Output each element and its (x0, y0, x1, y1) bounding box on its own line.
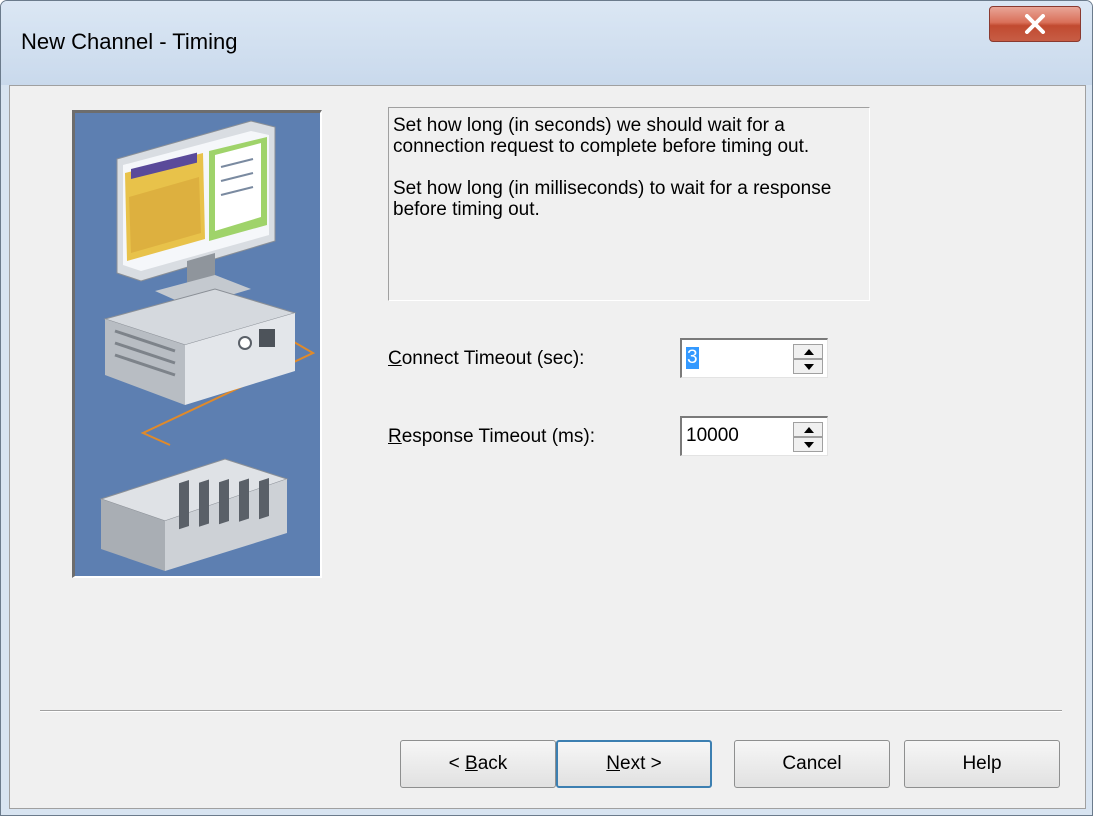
cancel-button[interactable]: Cancel (734, 740, 890, 788)
back-button-prefix: < (448, 753, 466, 774)
response-timeout-label-text: esponse Timeout (ms): (401, 426, 595, 447)
description-connect: Set how long (in seconds) we should wait… (393, 115, 810, 157)
back-button[interactable]: < Back (400, 740, 556, 788)
connect-timeout-decrement-button[interactable] (793, 359, 823, 374)
description-panel: Set how long (in seconds) we should wait… (388, 107, 870, 301)
arrow-up-icon (804, 427, 814, 433)
arrow-down-icon (804, 442, 814, 448)
response-timeout-access-key: R (388, 426, 402, 447)
arrow-down-icon (804, 364, 814, 370)
close-button[interactable] (989, 6, 1081, 42)
dialog-client-area: Set how long (in seconds) we should wait… (9, 85, 1086, 809)
description-response: Set how long (in milliseconds) to wait f… (393, 178, 832, 220)
response-timeout-spinner[interactable]: 10000 (680, 416, 828, 456)
title-bar[interactable]: New Channel - Timing (1, 1, 1092, 85)
response-timeout-input[interactable]: 10000 (686, 425, 739, 447)
arrow-up-icon (804, 349, 814, 355)
back-button-text: ack (477, 753, 508, 774)
next-button-access-key: N (606, 753, 620, 774)
response-timeout-spin-buttons (793, 422, 823, 452)
connect-timeout-label-text: onnect Timeout (sec): (401, 348, 585, 369)
connect-timeout-access-key: C (388, 348, 402, 369)
next-button-text: ext > (620, 753, 662, 774)
cancel-button-label: Cancel (782, 753, 842, 774)
connect-timeout-label: Connect Timeout (sec): (388, 348, 584, 370)
connect-timeout-increment-button[interactable] (793, 344, 823, 359)
response-timeout-decrement-button[interactable] (793, 437, 823, 452)
response-timeout-increment-button[interactable] (793, 422, 823, 437)
connect-timeout-spinner[interactable]: 3 (680, 338, 828, 378)
computer-plc-illustration (99, 120, 316, 571)
wizard-illustration (72, 110, 322, 578)
response-timeout-label: Response Timeout (ms): (388, 426, 595, 448)
close-icon (1025, 14, 1045, 34)
window-title: New Channel - Timing (21, 29, 238, 54)
connect-timeout-spin-buttons (793, 344, 823, 374)
dialog-window: New Channel - Timing Set how long (in se… (0, 0, 1093, 816)
next-button[interactable]: Next > (556, 740, 712, 788)
back-button-access-key: B (465, 753, 478, 774)
connect-timeout-input[interactable]: 3 (686, 347, 699, 369)
help-button[interactable]: Help (904, 740, 1060, 788)
button-divider (40, 710, 1062, 712)
help-button-label: Help (962, 753, 1002, 774)
